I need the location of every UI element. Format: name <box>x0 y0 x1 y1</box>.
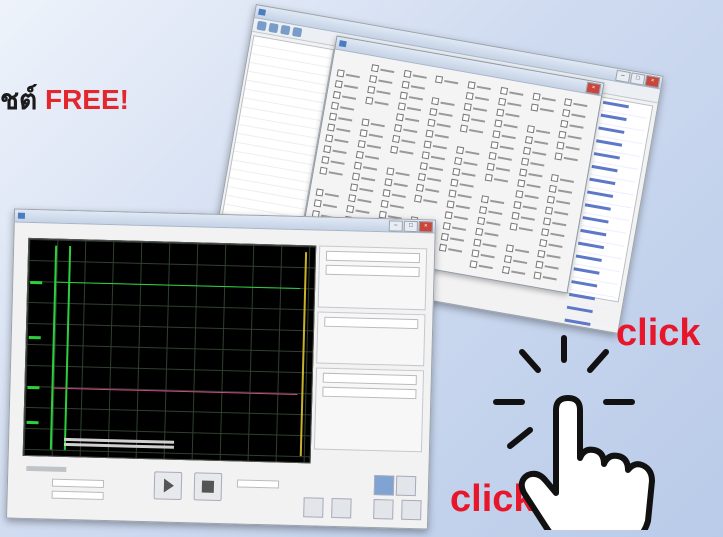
channel-field[interactable] <box>324 316 419 330</box>
zoom-out-icon[interactable] <box>331 497 352 519</box>
baud-select[interactable] <box>51 490 104 500</box>
trace-line-2 <box>63 245 72 450</box>
export-icon[interactable] <box>373 499 394 520</box>
offset-field[interactable] <box>325 264 420 278</box>
level-field[interactable] <box>322 386 417 400</box>
close-button[interactable]: × <box>644 74 661 89</box>
port-select[interactable] <box>51 478 105 488</box>
scope-window: – □ × <box>6 208 436 530</box>
toolbar-help-icon[interactable] <box>291 26 303 38</box>
trigger-field[interactable] <box>322 372 417 386</box>
scope-close-button[interactable]: × <box>418 221 433 233</box>
channel-label-3 <box>27 384 47 393</box>
option-checkbox[interactable] <box>435 75 465 89</box>
pointing-hand-icon <box>493 335 655 530</box>
scope-app-icon <box>17 212 26 219</box>
mode-field[interactable] <box>325 250 421 264</box>
trace-marker-2 <box>53 387 298 396</box>
toolbar-settings-icon[interactable] <box>280 24 291 36</box>
print-icon[interactable] <box>401 499 422 521</box>
zoom-in-icon[interactable] <box>303 497 324 518</box>
channel-label-2 <box>29 334 49 343</box>
minimize-button[interactable]: – <box>615 69 631 84</box>
trigger-group <box>313 367 425 453</box>
channel-group <box>316 311 426 367</box>
trace-line-3 <box>299 252 308 457</box>
free-highlight: FREE! <box>44 84 129 115</box>
scale-input[interactable] <box>236 479 280 489</box>
channel-label-1 <box>30 279 50 288</box>
stop-button[interactable] <box>193 472 223 502</box>
dialog-close-button[interactable]: × <box>585 81 602 96</box>
headline-prefix: ชต์ <box>0 84 38 115</box>
oscilloscope-display <box>22 237 317 464</box>
view-toggle-icon[interactable] <box>373 475 395 496</box>
maximize-button[interactable]: □ <box>629 72 646 86</box>
play-button[interactable] <box>153 471 183 501</box>
app-icon <box>258 8 267 16</box>
settings-panel <box>313 245 428 465</box>
toolbar-save-icon[interactable] <box>268 22 279 34</box>
measurement-readout <box>63 436 175 451</box>
headline: ชต์ FREE! <box>0 78 129 122</box>
cursor-toggle-icon[interactable] <box>395 475 417 497</box>
mode-group <box>317 245 428 311</box>
dialog-icon <box>338 40 347 48</box>
channel-label-4 <box>26 419 46 428</box>
scope-maximize-button[interactable]: □ <box>403 220 418 233</box>
trace-marker-1 <box>56 281 301 290</box>
control-label <box>26 465 67 472</box>
trace-line-1 <box>49 245 58 450</box>
toolbar-open-icon[interactable] <box>256 20 267 32</box>
scope-minimize-button[interactable]: – <box>388 220 403 232</box>
control-panel <box>21 460 422 522</box>
